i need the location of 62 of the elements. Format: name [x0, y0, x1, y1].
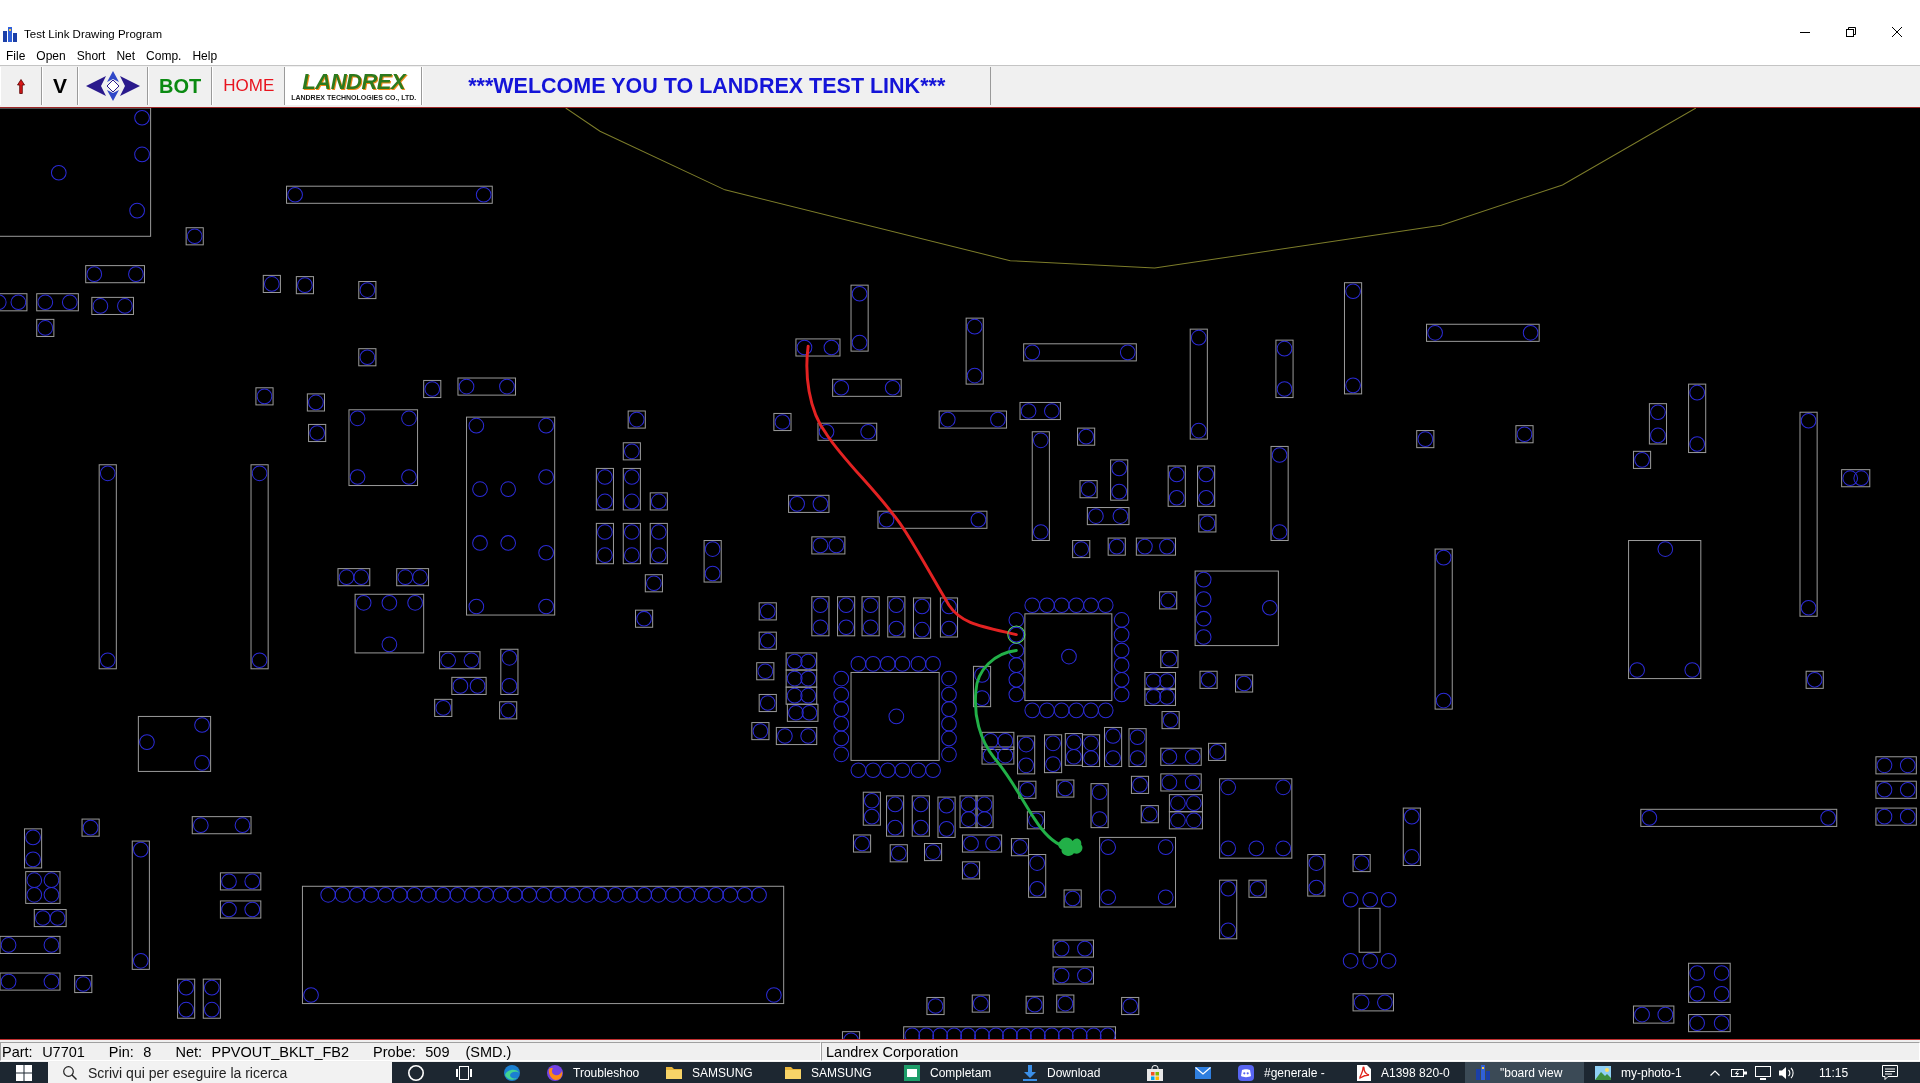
speaker-icon[interactable]	[1779, 1065, 1795, 1080]
taskbar-button[interactable]: "board view	[1465, 1062, 1584, 1083]
window-title: Test Link Drawing Program	[24, 28, 163, 40]
menu-item[interactable]: Net	[111, 47, 142, 64]
ring-icon	[408, 1064, 424, 1081]
field-value: 8	[143, 1043, 152, 1060]
taskbar-button[interactable]: Troubleshoo	[536, 1062, 655, 1083]
menu-item[interactable]: Comp.	[141, 47, 188, 64]
toolbar-button[interactable]: HOME	[212, 67, 286, 105]
toolbar-button[interactable]: BOT	[148, 67, 213, 105]
folder-icon	[666, 1066, 682, 1079]
bar-chart-icon	[1476, 1065, 1490, 1080]
globe-icon	[547, 1064, 563, 1081]
menu-item[interactable]: File	[1, 47, 32, 64]
field-value: PPVOUT_BKLT_FB2	[211, 1043, 350, 1060]
field-label: Probe:	[373, 1043, 416, 1060]
field-value: U7701	[42, 1043, 85, 1060]
chevron-up-icon[interactable]	[1710, 1069, 1720, 1076]
menu-item[interactable]: Short	[71, 47, 112, 64]
minimize-icon	[1800, 31, 1810, 33]
task-view-icon	[456, 1065, 472, 1080]
close-icon	[1892, 27, 1902, 37]
up-arrow-icon	[17, 78, 25, 94]
toolbar-button[interactable]: V	[42, 67, 78, 105]
restore-icon	[1846, 27, 1856, 37]
company-name: Landrex Corporation	[826, 1043, 959, 1060]
field-label: Pin:	[108, 1043, 134, 1060]
shopping-bag-icon	[1147, 1064, 1163, 1081]
battery-icon[interactable]	[1731, 1066, 1747, 1079]
monitor-icon[interactable]	[1755, 1065, 1771, 1080]
taskbar-button[interactable]: #generale -	[1227, 1062, 1346, 1083]
search-icon	[63, 1065, 77, 1080]
gamepad-icon	[1238, 1064, 1254, 1081]
taskbar-button[interactable]: Download	[1012, 1062, 1131, 1083]
field-label: Part:	[2, 1043, 33, 1060]
four-way-arrows-icon	[86, 71, 140, 101]
window-icon	[904, 1064, 920, 1081]
picture-icon	[1595, 1065, 1611, 1080]
taskbar-button[interactable]: Completam	[893, 1062, 1012, 1083]
down-arrow-icon	[1023, 1064, 1037, 1081]
swirl-icon	[504, 1064, 520, 1081]
search-field[interactable]: Scrivi qui per eseguire la ricerca	[48, 1062, 392, 1083]
taskbar-button[interactable]: SAMSUNG	[655, 1062, 774, 1083]
document-icon	[1357, 1064, 1371, 1081]
taskbar-button[interactable]: A1398 820-0	[1346, 1062, 1465, 1083]
folder-icon	[785, 1066, 801, 1079]
logo-wordmark: LANDREX	[302, 70, 406, 93]
clock-time[interactable]: 11:15	[1818, 1065, 1849, 1080]
welcome-text: ***WELCOME YOU TO LANDREX TEST LINK***	[468, 73, 946, 99]
bar-chart-icon	[3, 26, 17, 42]
notification-icon[interactable]	[1882, 1065, 1898, 1080]
start-icon	[16, 1064, 32, 1081]
taskbar-button[interactable]: SAMSUNG	[774, 1062, 893, 1083]
field-label: Net:	[175, 1043, 203, 1060]
package-text: (SMD.)	[465, 1043, 512, 1060]
toolbar-button[interactable]	[0, 67, 42, 105]
envelope-icon	[1195, 1066, 1211, 1079]
menu-item[interactable]: Help	[187, 47, 224, 64]
field-value: 509	[425, 1043, 450, 1060]
menu-item[interactable]: Open	[31, 47, 72, 64]
toolbar-button[interactable]	[78, 67, 148, 105]
taskbar-button[interactable]: my-photo-1	[1584, 1062, 1703, 1083]
